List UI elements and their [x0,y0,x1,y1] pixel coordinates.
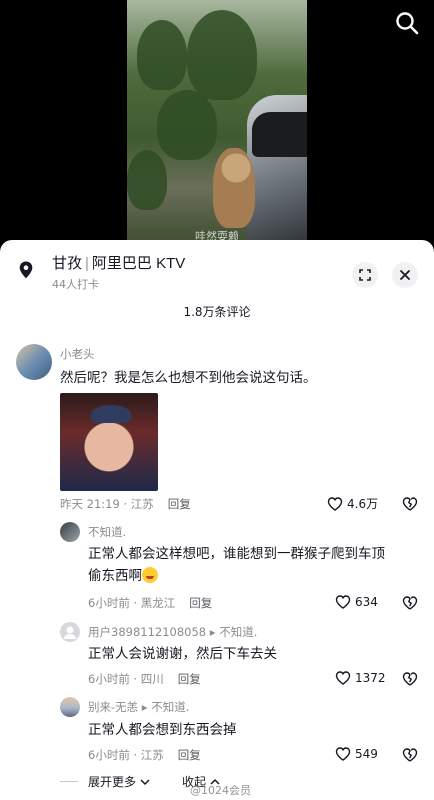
comment-sheet: 甘孜 | 阿里巴巴 KTV 44人打卡 1.8万条评论 小老头 然后呢？我是怎么也想… [0,240,434,800]
location-place: 甘孜 [52,255,83,272]
reply-button[interactable]: 回复 [189,596,212,610]
expand-more-button[interactable]: 展开更多 [88,773,150,790]
reply-button[interactable]: 回复 [168,497,191,511]
location-pin-icon [16,260,36,280]
expand-more-label: 展开更多 [88,775,137,789]
comment-author[interactable]: 用户3898112108058 ▸ 不知道. [88,624,257,640]
location-separator: | [85,255,89,272]
close-button[interactable] [392,262,418,288]
close-icon [400,270,410,280]
chevron-down-icon [140,779,150,786]
like-button[interactable]: 549 [335,746,378,762]
like-count: 634 [355,595,378,609]
laugh-emoji-icon [142,567,158,583]
location-title[interactable]: 甘孜 | 阿里巴巴 KTV [52,252,185,273]
checkin-count: 44人打卡 [52,278,99,291]
comment-text[interactable]: 正常人都会这样想吧，谁能想到一群猴子爬到车顶偷东西啊 [88,543,388,587]
like-button[interactable]: 4.6万 [327,495,378,512]
comment-time: 6小时前 · 黑龙江 [88,596,176,610]
watermark: @1024会员 [190,784,251,797]
avatar[interactable] [16,344,52,380]
like-button[interactable]: 1372 [335,670,386,686]
comment-time: 昨天 21:19 · 江苏 [60,497,154,511]
avatar[interactable] [60,697,80,717]
dislike-icon[interactable] [402,671,418,687]
comment-image[interactable] [60,393,158,491]
heart-icon [335,671,351,685]
comment-text[interactable]: 正常人都会想到东西会掉 [88,719,388,741]
heart-icon [335,595,351,609]
location-name: 阿里巴巴 KTV [91,255,186,272]
video-frame[interactable]: 哇然耍赖 [127,0,307,250]
monkey [213,148,255,228]
like-count: 1372 [355,671,386,685]
reply-button[interactable]: 回复 [178,672,201,686]
dislike-icon[interactable] [402,496,418,512]
like-count: 4.6万 [347,497,379,511]
comment-text[interactable]: 正常人会说谢谢，然后下车去关 [88,643,388,665]
comment-text-content: 正常人都会这样想吧，谁能想到一群猴子爬到车顶偷东西啊 [88,546,385,583]
heart-icon [327,496,343,511]
search-icon[interactable] [394,10,420,36]
comment-author[interactable]: 小老头 [60,346,95,362]
reply-button[interactable]: 回复 [178,748,201,762]
like-count: 549 [355,747,378,761]
comment-time: 6小时前 · 四川 [88,672,164,686]
video-player[interactable]: 哇然耍赖 [0,0,434,250]
avatar[interactable] [60,522,80,542]
comment-meta: 昨天 21:19 · 江苏 回复 [60,496,191,512]
divider [60,781,78,782]
default-avatar-icon [63,626,77,639]
dislike-icon[interactable] [402,595,418,611]
expand-icon [359,269,371,281]
like-button[interactable]: 634 [335,594,378,610]
expand-button[interactable] [352,262,378,288]
comment-meta: 6小时前 · 四川 回复 [88,671,201,687]
heart-icon [335,747,351,761]
comment-text[interactable]: 然后呢？我是怎么也想不到他会说这句话。 [60,367,410,389]
comment-meta: 6小时前 · 江苏 回复 [88,747,201,763]
avatar[interactable] [60,622,80,642]
dislike-icon[interactable] [402,747,418,763]
comment-time: 6小时前 · 江苏 [88,748,164,762]
comment-author[interactable]: 别来-无恙 ▸ 不知道. [88,699,189,715]
comment-count: 1.8万条评论 [183,305,251,319]
location-bar[interactable]: 甘孜 | 阿里巴巴 KTV 44人打卡 [16,252,418,292]
comment-author[interactable]: 不知道. [88,524,126,540]
comment-meta: 6小时前 · 黑龙江 回复 [88,595,212,611]
